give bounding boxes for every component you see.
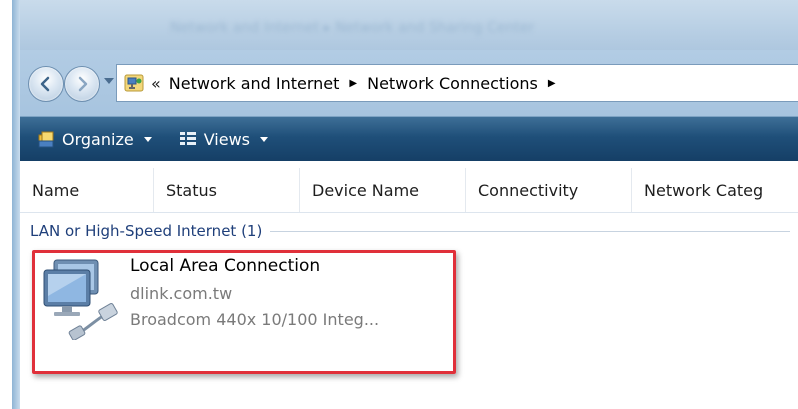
forward-button[interactable] <box>64 66 100 102</box>
column-header-device-name[interactable]: Device Name <box>300 168 466 212</box>
column-header-network-category[interactable]: Network Categ <box>632 168 798 212</box>
connection-network: dlink.com.tw <box>130 284 233 303</box>
views-icon <box>179 132 196 145</box>
back-button[interactable] <box>28 66 64 102</box>
command-bar: Organize Views <box>20 116 798 161</box>
views-label: Views <box>203 129 250 149</box>
column-header-connectivity[interactable]: Connectivity <box>466 168 632 212</box>
group-header[interactable]: LAN or High-Speed Internet (1) <box>30 220 790 242</box>
organize-button[interactable]: Organize <box>30 122 158 156</box>
column-header-name[interactable]: Name <box>20 168 154 212</box>
connection-device: Broadcom 440x 10/100 Integ... <box>130 310 380 329</box>
title-bar: Network and Internet ▸ Network and Shari… <box>20 0 798 50</box>
connection-name: Local Area Connection <box>130 256 321 276</box>
chevron-down-icon <box>143 136 152 142</box>
address-row: « Network and Internet ▶ Network Connect… <box>20 50 798 116</box>
breadcrumb-network-connections[interactable]: Network Connections <box>367 74 538 93</box>
group-label: LAN or High-Speed Internet (1) <box>30 222 263 240</box>
views-button[interactable]: Views <box>172 122 274 156</box>
breadcrumb-separator[interactable]: ▶ <box>548 78 556 89</box>
window-left-edge <box>12 0 20 409</box>
back-arrow-icon <box>40 76 50 92</box>
organize-label: Organize <box>62 129 134 149</box>
breadcrumb-separator[interactable]: ▶ <box>349 78 357 89</box>
network-connections-icon <box>123 72 145 94</box>
lan-adapter-icon <box>40 256 120 341</box>
window-title: Network and Internet ▸ Network and Shari… <box>170 20 535 36</box>
recent-pages-dropdown[interactable] <box>104 78 114 84</box>
breadcrumb-network-and-internet[interactable]: Network and Internet <box>169 74 340 93</box>
column-header-status[interactable]: Status <box>154 168 300 212</box>
list-item-local-area-connection[interactable]: Local Area Connection dlink.com.tw Broad… <box>36 250 456 374</box>
group-divider <box>270 230 790 232</box>
forward-arrow-icon <box>78 76 88 92</box>
address-overflow-chevron[interactable]: « <box>151 74 161 93</box>
chevron-down-icon <box>260 136 268 142</box>
address-bar[interactable]: « Network and Internet ▶ Network Connect… <box>116 64 798 102</box>
organize-icon <box>38 131 54 148</box>
column-header-row: Name Status Device Name Connectivity Net… <box>20 168 798 213</box>
